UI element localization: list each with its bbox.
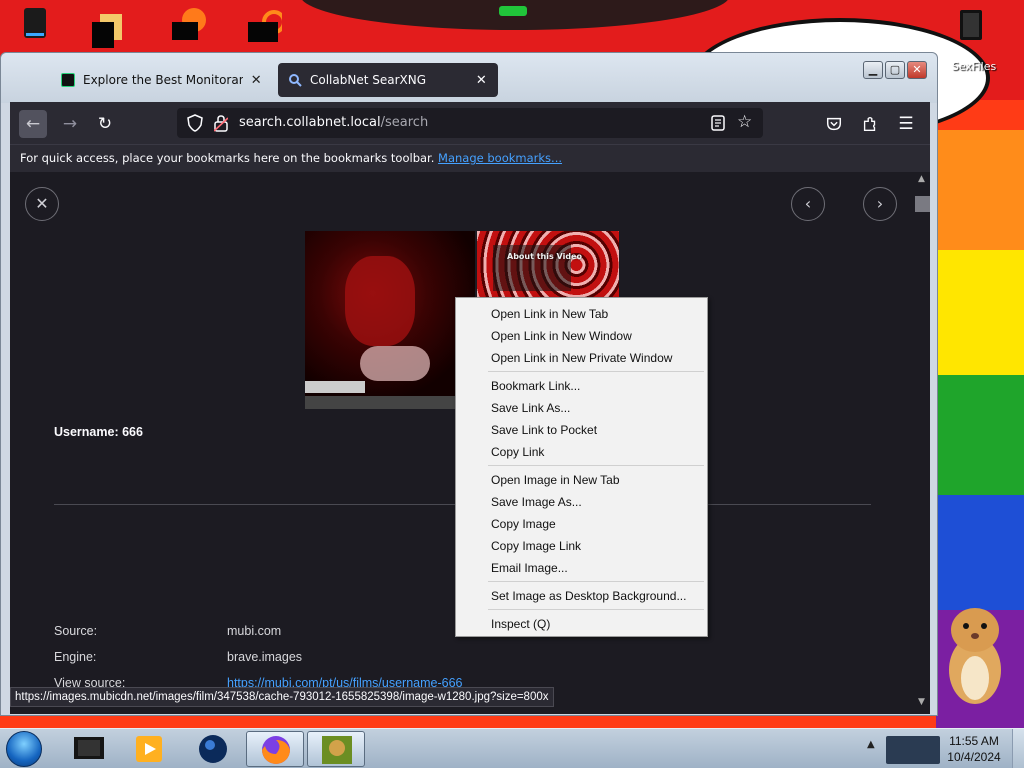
tracking-shield-icon[interactable]	[187, 114, 203, 132]
manage-bookmarks-link[interactable]: Manage bookmarks...	[438, 151, 562, 165]
context-menu-item[interactable]: Open Link in New Window	[456, 325, 707, 347]
url-host: search.collabnet.local	[239, 115, 381, 130]
show-desktop-button[interactable]	[1012, 729, 1024, 768]
desktop-art-led	[499, 6, 527, 16]
app-menu-button[interactable]: ☰	[892, 110, 920, 138]
app-icon[interactable]	[248, 8, 282, 42]
bookmarks-hint-text: For quick access, place your bookmarks h…	[20, 151, 435, 165]
context-menu-item[interactable]: Copy Link	[456, 441, 707, 463]
context-menu-item[interactable]: Email Image...	[456, 557, 707, 579]
folder-icon[interactable]	[92, 14, 126, 48]
bookmark-star-icon[interactable]: ☆	[737, 112, 752, 132]
tab-close-icon[interactable]: ✕	[249, 73, 263, 88]
firefox-icon	[262, 736, 290, 764]
sexfiles-label[interactable]: SexFiles	[952, 60, 996, 73]
forward-button[interactable]: →	[56, 110, 84, 138]
clock-date: 10/4/2024	[947, 750, 1001, 764]
extensions-button[interactable]	[856, 110, 884, 138]
system-clock[interactable]: 11:55 AM 10/4/2024	[942, 733, 1006, 765]
detail-label: Engine:	[54, 650, 97, 664]
tray-network-icon[interactable]	[886, 736, 940, 764]
taskbar-app-media[interactable]	[120, 731, 178, 767]
tab-searxng[interactable]: CollabNet SearXNG ✕	[278, 63, 498, 97]
globe-icon	[199, 735, 227, 763]
box-app-icon	[322, 736, 352, 764]
site-favicon-icon	[61, 73, 75, 87]
bookmarks-toolbar: For quick access, place your bookmarks h…	[10, 144, 930, 172]
bin-icon	[74, 737, 104, 759]
previous-result-button[interactable]: ‹	[791, 187, 825, 221]
taskbar-app-box[interactable]	[307, 731, 365, 767]
pocket-icon	[826, 117, 842, 131]
taskbar: ▲ 11:55 AM 10/4/2024	[0, 728, 1024, 768]
sexfiles-folder-icon[interactable]	[954, 8, 988, 42]
media-player-icon	[136, 736, 162, 762]
link-status-bar: https://images.mubicdn.net/images/film/3…	[10, 687, 554, 707]
vertical-scrollbar[interactable]: ▲ ▼	[915, 172, 930, 714]
maximize-button[interactable]: ▢	[885, 61, 905, 79]
show-hidden-icons-button[interactable]: ▲	[867, 739, 875, 750]
taskbar-app-globe[interactable]	[184, 731, 242, 767]
thumbnail-caption: About this Video	[507, 252, 582, 261]
context-menu-separator	[488, 581, 704, 582]
result-thumbnail[interactable]: About this Video	[477, 231, 619, 299]
next-result-button[interactable]: ›	[863, 187, 897, 221]
window-close-button[interactable]: ✕	[907, 61, 927, 79]
reload-button[interactable]: ↻	[91, 110, 119, 138]
context-menu-item[interactable]: Open Image in New Tab	[456, 469, 707, 491]
context-menu-item[interactable]: Set Image as Desktop Background...	[456, 585, 707, 607]
context-menu-item[interactable]: Inspect (Q)	[456, 613, 707, 635]
reader-view-icon[interactable]	[708, 113, 728, 133]
title-bar[interactable]: Explore the Best Monitoranimat ✕ CollabN…	[1, 53, 937, 103]
start-button[interactable]	[6, 731, 42, 767]
context-menu-separator	[488, 609, 704, 610]
context-menu-separator	[488, 371, 704, 372]
detail-value: mubi.com	[227, 624, 282, 638]
navigation-toolbar: ← → ↻ search.collabnet.local/search ☆ ☰	[10, 102, 930, 144]
tab-close-icon[interactable]: ✕	[475, 73, 488, 88]
browser-icon[interactable]	[172, 6, 206, 40]
minimize-button[interactable]: ▁	[863, 61, 883, 79]
scroll-down-icon[interactable]: ▼	[918, 697, 925, 707]
context-menu-item[interactable]: Copy Image	[456, 513, 707, 535]
tab-monitoranimat[interactable]: Explore the Best Monitoranimat ✕	[51, 63, 273, 97]
context-menu: Open Link in New Tab Open Link in New Win…	[455, 297, 708, 637]
detail-value: brave.images	[227, 650, 303, 664]
taskbar-app-recycle[interactable]	[60, 731, 118, 767]
context-menu-item[interactable]: Save Image As...	[456, 491, 707, 513]
recycle-bin-icon[interactable]	[18, 6, 52, 40]
clock-time: 11:55 AM	[949, 734, 999, 748]
insecure-lock-icon[interactable]	[214, 114, 228, 132]
pocket-button[interactable]	[820, 110, 848, 138]
url-text[interactable]: search.collabnet.local/search	[239, 115, 428, 130]
close-detail-button[interactable]: ✕	[25, 187, 59, 221]
back-button[interactable]: ←	[19, 110, 47, 138]
context-menu-item[interactable]: Bookmark Link...	[456, 375, 707, 397]
context-menu-item[interactable]: Save Link As...	[456, 397, 707, 419]
url-bar[interactable]: search.collabnet.local/search ☆	[177, 108, 763, 138]
context-menu-item[interactable]: Open Link in New Tab	[456, 303, 707, 325]
hamster-icon[interactable]	[942, 600, 1008, 708]
scrollbar-thumb[interactable]	[915, 196, 930, 212]
taskbar-app-firefox[interactable]	[246, 731, 304, 767]
search-favicon-icon	[289, 74, 302, 87]
scroll-up-icon[interactable]: ▲	[918, 174, 925, 184]
tab-title: CollabNet SearXNG	[310, 73, 427, 87]
context-menu-separator	[488, 465, 704, 466]
result-title: Username: 666	[54, 425, 143, 439]
url-path: /search	[380, 115, 429, 130]
context-menu-item[interactable]: Open Link in New Private Window	[456, 347, 707, 369]
puzzle-icon	[863, 117, 876, 131]
result-image[interactable]	[305, 231, 475, 409]
context-menu-item[interactable]: Save Link to Pocket	[456, 419, 707, 441]
tab-title: Explore the Best Monitoranimat	[83, 73, 244, 87]
context-menu-item[interactable]: Copy Image Link	[456, 535, 707, 557]
detail-label: Source:	[54, 624, 98, 638]
